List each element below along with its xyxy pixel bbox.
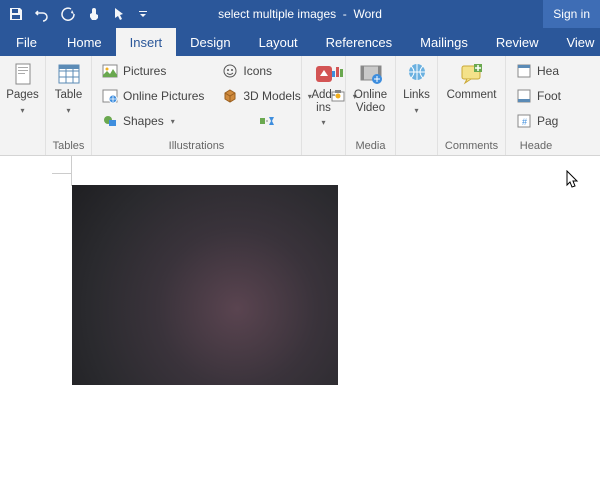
group-illustrations: Pictures Online Pictures Shapes ▾ Icons [92, 56, 302, 155]
tab-home[interactable]: Home [53, 28, 116, 56]
3d-models-icon [222, 88, 238, 104]
group-addins: Add- ins ▾ [302, 56, 346, 155]
pictures-button[interactable]: Pictures [98, 60, 208, 82]
group-label-header-footer: Heade [512, 138, 560, 155]
chevron-down-icon: ▾ [66, 106, 70, 115]
smartart-icon [259, 113, 275, 129]
group-label-illustrations: Illustrations [98, 138, 295, 155]
chevron-down-icon: ▾ [414, 106, 418, 115]
tab-references[interactable]: References [312, 28, 406, 56]
group-header-footer: Hea Foot # Pag Heade [506, 56, 566, 155]
tab-design[interactable]: Design [176, 28, 244, 56]
tab-mailings[interactable]: Mailings [406, 28, 482, 56]
chevron-down-icon: ▾ [171, 117, 175, 126]
sign-in-button[interactable]: Sign in [543, 0, 600, 28]
touch-mode-icon[interactable] [86, 6, 102, 22]
pages-icon [9, 62, 37, 86]
document-canvas[interactable] [0, 156, 600, 500]
table-button[interactable]: Table ▾ [52, 60, 85, 117]
quick-access-toolbar [0, 6, 148, 22]
group-label-comments: Comments [444, 138, 499, 155]
header-button[interactable]: Hea [512, 60, 560, 82]
links-button[interactable]: Links ▾ [402, 60, 431, 117]
title-bar: select multiple images - Word Sign in [0, 0, 600, 28]
redo-icon[interactable] [60, 6, 76, 22]
addins-button[interactable]: Add- ins ▾ [308, 60, 339, 129]
doc-name: select multiple images [218, 7, 336, 21]
group-label-tables: Tables [52, 138, 85, 155]
group-tables: Table ▾ Tables [46, 56, 92, 155]
header-icon [516, 63, 532, 79]
group-comments: Comment Comments [438, 56, 506, 155]
table-icon [55, 62, 83, 86]
group-label-media: Media [352, 138, 389, 155]
save-icon[interactable] [8, 6, 24, 22]
links-icon [403, 62, 431, 86]
page-margin-guide [71, 156, 72, 186]
footer-button[interactable]: Foot [512, 85, 560, 107]
tab-layout[interactable]: Layout [245, 28, 312, 56]
tab-review[interactable]: Review [482, 28, 553, 56]
tab-view[interactable]: View [552, 28, 600, 56]
footer-icon [516, 88, 532, 104]
qat-customize-icon[interactable] [138, 6, 148, 22]
pages-button[interactable]: Pages ▾ [6, 60, 39, 117]
page-number-icon: # [516, 113, 532, 129]
online-video-icon [357, 62, 385, 86]
svg-text:#: # [522, 117, 527, 127]
page-margin-guide [52, 173, 72, 174]
pointer-select-icon[interactable] [112, 6, 128, 22]
pictures-icon [102, 63, 118, 79]
shapes-button[interactable]: Shapes ▾ [98, 110, 208, 132]
icons-icon [222, 63, 238, 79]
ribbon: Pages ▾ Table ▾ Tables Pictures Online P… [0, 56, 600, 156]
comment-icon [458, 62, 486, 86]
addins-icon [310, 62, 338, 86]
group-pages: Pages ▾ [0, 56, 46, 155]
app-name: Word [353, 7, 381, 21]
inserted-image[interactable] [72, 185, 338, 385]
undo-icon[interactable] [34, 6, 50, 22]
page-number-button[interactable]: # Pag [512, 110, 560, 132]
online-video-button[interactable]: Online Video [352, 60, 389, 116]
chevron-down-icon: ▾ [321, 118, 325, 127]
shapes-icon [102, 113, 118, 129]
online-pictures-button[interactable]: Online Pictures [98, 85, 208, 107]
chevron-down-icon: ▾ [20, 106, 24, 115]
tab-file[interactable]: File [0, 28, 53, 56]
tab-insert[interactable]: Insert [116, 28, 177, 56]
mouse-cursor-icon [566, 170, 580, 190]
group-media: Online Video Media [346, 56, 396, 155]
ribbon-tabs: File Home Insert Design Layout Reference… [0, 28, 600, 56]
group-links: Links ▾ [396, 56, 438, 155]
online-pictures-icon [102, 88, 118, 104]
comment-button[interactable]: Comment [444, 60, 499, 104]
